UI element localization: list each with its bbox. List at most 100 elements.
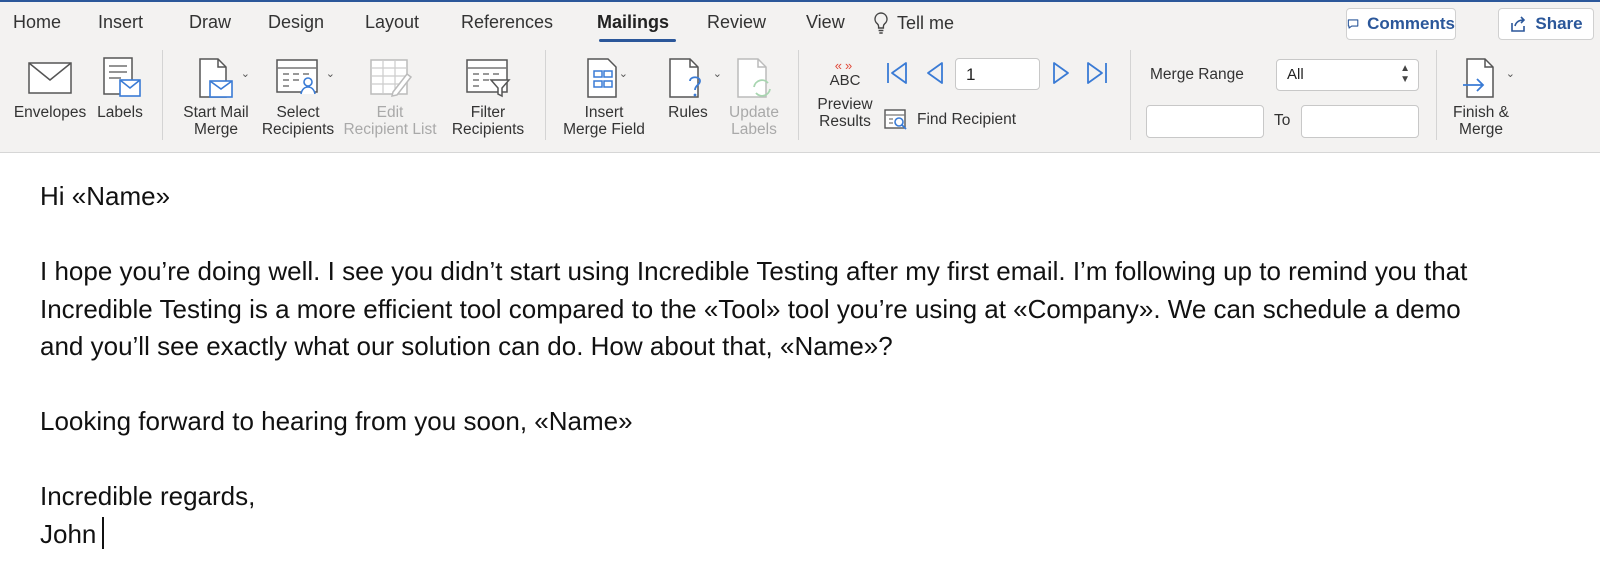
signoff-line: Incredible regards, — [40, 481, 256, 511]
ribbon-separator — [1130, 50, 1131, 140]
select-recipients-label-2: Recipients — [261, 121, 335, 138]
filter-recipients-label-1: Filter — [470, 104, 506, 121]
start-mail-merge-label-2: Merge — [194, 121, 238, 138]
tell-me-search[interactable]: Tell me — [873, 12, 954, 34]
labels-label: Labels — [97, 104, 143, 121]
filter-recipients-label-2: Recipients — [451, 121, 525, 138]
body-line-1: I hope you’re doing well. I see you didn… — [40, 256, 1468, 286]
labels-button[interactable]: Labels — [94, 52, 146, 121]
filter-recipients-button[interactable]: Filter Recipients — [448, 52, 528, 138]
ribbon-separator — [162, 50, 163, 140]
mail-merge-icon — [199, 58, 233, 98]
finish-merge-icon — [1463, 58, 1494, 98]
insert-merge-field-label-2: Merge Field — [563, 121, 645, 138]
record-number-input[interactable]: 1 — [955, 58, 1040, 90]
finish-merge-label-1: Finish & — [1453, 104, 1509, 121]
comment-icon — [1347, 19, 1359, 29]
next-record-icon[interactable] — [1050, 60, 1072, 86]
chevron-down-icon: ⌄ — [1505, 68, 1515, 80]
document-body[interactable]: Hi «Name» I hope you’re doing well. I se… — [40, 178, 1580, 553]
envelope-icon — [28, 62, 72, 94]
edit-recipient-list-label-1: Edit — [376, 104, 404, 121]
finish-merge-label-2: Merge — [1459, 121, 1503, 138]
signature-line: John — [40, 516, 1580, 554]
insert-merge-field-button[interactable]: ⌄ Insert Merge Field — [556, 52, 652, 138]
last-record-icon[interactable] — [1084, 60, 1110, 86]
chevron-down-icon: ⌄ — [240, 68, 250, 80]
record-navigation-next — [1050, 60, 1110, 86]
select-recipients-icon — [276, 59, 318, 95]
finish-merge-button[interactable]: ⌄ Finish & Merge — [1448, 52, 1515, 138]
update-labels-label-2: Labels — [731, 121, 777, 138]
tell-me-label: Tell me — [897, 12, 955, 33]
previous-record-icon[interactable] — [924, 60, 946, 86]
greeting-line: Hi «Name» — [40, 181, 171, 211]
body-line-3: and you’ll see exactly what our solution… — [40, 331, 893, 361]
share-button[interactable]: Share — [1498, 8, 1594, 40]
lightbulb-icon — [874, 12, 888, 34]
ribbon-separator — [545, 50, 546, 140]
preview-results-label-1: Preview — [817, 96, 873, 113]
tab-home[interactable]: Home — [13, 12, 61, 33]
edit-recipient-list-button[interactable]: Edit Recipient List — [342, 52, 438, 138]
body-line-2: Incredible Testing is a more efficient t… — [40, 293, 1461, 324]
tab-review[interactable]: Review — [707, 12, 766, 33]
active-tab-indicator — [599, 39, 676, 42]
update-labels-label-1: Update — [729, 104, 779, 121]
rules-label: Rules — [668, 104, 708, 121]
tab-layout[interactable]: Layout — [365, 12, 419, 33]
tab-references[interactable]: References — [461, 12, 553, 33]
closing-line: Looking forward to hearing from you soon… — [40, 406, 633, 436]
select-recipients-button[interactable]: ⌄ Select Recipients — [259, 52, 337, 138]
merge-range-value: All — [1287, 66, 1304, 83]
select-recipients-label-1: Select — [276, 104, 320, 121]
merge-range-to-input[interactable] — [1301, 105, 1419, 138]
start-mail-merge-button[interactable]: ⌄ Start Mail Merge — [176, 52, 256, 138]
update-labels-button[interactable]: Update Labels — [719, 52, 789, 138]
edit-recipient-list-label-2: Recipient List — [343, 121, 437, 138]
start-mail-merge-label-1: Start Mail — [183, 104, 249, 121]
record-navigation — [884, 60, 946, 86]
share-label: Share — [1535, 14, 1583, 33]
ribbon: Home Insert Draw Design Layout Reference… — [0, 2, 1600, 153]
rules-icon — [669, 58, 701, 98]
rules-button[interactable]: ⌄ Rules — [660, 52, 722, 121]
signature-text: John — [40, 518, 97, 549]
tab-design[interactable]: Design — [268, 12, 324, 33]
preview-results-label-2: Results — [819, 113, 871, 130]
find-recipient-button[interactable]: Find Recipient — [884, 108, 1016, 132]
to-label: To — [1274, 112, 1291, 129]
envelopes-button[interactable]: Envelopes — [14, 52, 86, 121]
comments-button[interactable]: Comments — [1346, 8, 1456, 40]
merge-range-from-input[interactable] — [1146, 105, 1264, 138]
preview-abc-text: ABC — [829, 72, 861, 89]
tab-mailings[interactable]: Mailings — [597, 12, 669, 33]
preview-results-button[interactable]: «» ABC Preview Results — [808, 58, 882, 130]
text-cursor — [102, 516, 105, 549]
envelopes-label: Envelopes — [13, 104, 87, 121]
labels-icon — [103, 57, 141, 97]
update-labels-icon — [737, 58, 771, 98]
tab-draw[interactable]: Draw — [189, 12, 231, 33]
find-recipient-label: Find Recipient — [917, 111, 1017, 128]
merge-range-select[interactable]: All ▲ ▼ — [1276, 59, 1419, 91]
merge-range-label: Merge Range — [1150, 66, 1244, 83]
chevron-down-icon: ⌄ — [618, 68, 628, 80]
ribbon-separator — [1436, 50, 1437, 140]
tab-insert[interactable]: Insert — [98, 12, 143, 33]
chevron-down-icon: ⌄ — [325, 68, 335, 80]
insert-merge-field-label-1: Insert — [584, 104, 624, 121]
comments-label: Comments — [1367, 14, 1455, 33]
preview-abc-icon: «» ABC — [829, 58, 861, 89]
edit-list-icon — [370, 59, 413, 97]
stepper-arrows-icon: ▲ ▼ — [1400, 63, 1410, 85]
first-record-icon[interactable] — [884, 60, 910, 86]
filter-icon — [466, 59, 511, 98]
tab-view[interactable]: View — [806, 12, 845, 33]
find-recipient-icon — [884, 109, 907, 130]
share-icon — [1511, 16, 1526, 32]
ribbon-separator — [798, 50, 799, 140]
